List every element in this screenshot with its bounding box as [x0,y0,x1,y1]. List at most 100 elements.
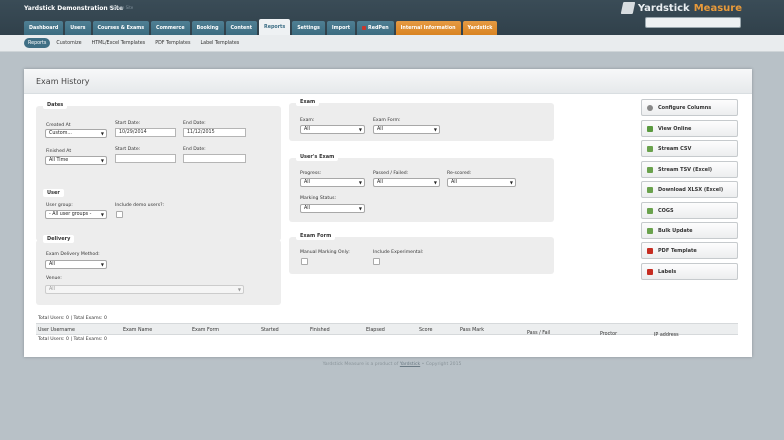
chevron-down-icon: ▼ [509,180,513,185]
delivery-method-label: Exam Delivery Method: [46,252,100,257]
tab-redpen-label: RedPen [368,25,389,31]
end-date-label: End Date: [183,121,206,126]
chevron-down-icon: ▼ [358,206,362,211]
exam-label: Exam: [300,118,315,123]
chevron-down-icon: ▼ [358,180,362,185]
tab-dashboard[interactable]: Dashboard [24,21,64,35]
tab-booking[interactable]: Booking [191,21,224,35]
manual-marking-checkbox[interactable] [301,258,308,265]
end-date-input[interactable]: 11/12/2015 [183,128,246,137]
chevron-down-icon: ▼ [100,158,104,163]
include-experimental-label: Include Experimental: [373,250,424,255]
exam-fieldset: Exam Exam: All ▼ Exam Form: All ▼ [289,98,554,141]
footer-prefix: Yardstick Measure is a product of [322,362,399,367]
download-xlsx-button[interactable]: Download XLSX (Excel) [641,181,738,198]
col-exam-form[interactable]: Exam Form [192,326,219,335]
manual-marking-label: Manual Marking Only: [300,250,350,255]
cogs-icon [647,207,653,214]
subtab-pdf-templates[interactable]: PDF Templates [151,38,194,48]
tsv-icon [647,166,653,173]
marking-status-select[interactable]: All ▼ [300,204,365,213]
venue-select[interactable]: All ▼ [45,285,244,294]
progress-label: Progress: [300,171,322,176]
tab-users[interactable]: Users [65,21,91,35]
passed-failed-label: Passed / Failed: [373,171,409,176]
subtab-customize[interactable]: Customize [52,38,85,48]
include-demo-checkbox[interactable] [116,211,123,218]
subtab-html-excel-templates[interactable]: HTML/Excel Templates [88,38,150,48]
include-demo-label: Include demo users?: [115,203,165,208]
chevron-down-icon: ▼ [237,287,241,292]
col-finished[interactable]: Finished [310,326,330,335]
view-online-button[interactable]: View Online [641,120,738,137]
col-elapsed[interactable]: Elapsed [366,326,385,335]
start-date2-input[interactable] [115,154,176,163]
user-group-select[interactable]: - All user groups - ▼ [45,210,107,219]
change-site-link[interactable]: Change Site [109,5,133,10]
venue-label: Venue: [46,276,62,281]
created-at-label: Created At [46,123,71,128]
results-summary-top: Total Users: 0 | Total Exams: 0 [38,316,107,321]
col-started[interactable]: Started [261,326,279,335]
cogs-button[interactable]: COGS [641,202,738,219]
start-date2-label: Start Date: [115,147,141,152]
tab-reports[interactable]: Reports [259,19,291,35]
created-at-select[interactable]: Custom... ▼ [45,129,107,138]
col-pass-mark[interactable]: Pass Mark [460,326,484,335]
finished-at-select[interactable]: All Time ▼ [45,156,107,165]
chevron-down-icon: ▼ [100,262,104,267]
brand-logo: Yardstick Measure [620,2,742,14]
exam-select[interactable]: All ▼ [300,125,365,134]
report-panel: Exam History Dates Created At Custom... ▼… [24,69,752,357]
yardstick-logo-icon [620,2,636,14]
labels-button[interactable]: Labels [641,263,738,280]
configure-columns-button[interactable]: Configure Columns [641,99,738,116]
view-icon [647,125,653,132]
end-date2-input[interactable] [183,154,246,163]
passed-failed-select[interactable]: All ▼ [373,178,440,187]
chevron-down-icon: ▼ [358,127,362,132]
chevron-down-icon: ▼ [433,127,437,132]
stream-tsv-button[interactable]: Stream TSV (Excel) [641,161,738,178]
marking-status-label: Marking Status: [300,196,337,201]
delivery-method-select[interactable]: All ▼ [45,260,107,269]
tab-content[interactable]: Content [225,21,258,35]
exam-legend: Exam [296,98,320,106]
chevron-down-icon: ▼ [433,180,437,185]
chevron-down-icon: ▼ [100,131,104,136]
delivery-fieldset: Delivery Exam Delivery Method: All ▼ Venu… [36,235,281,305]
col-exam-name[interactable]: Exam Name [123,326,152,335]
brand-name: Yardstick [637,2,690,14]
user-group-label: User group: [46,203,73,208]
col-user-username[interactable]: User Username [38,326,75,335]
subtab-reports[interactable]: Reports [24,38,51,48]
exam-form-select[interactable]: All ▼ [373,125,440,134]
pdf-template-button[interactable]: PDF Template [641,242,738,259]
results-table: Total Users: 0 | Total Exams: 0 User Use… [36,316,738,357]
col-score[interactable]: Score [419,326,432,335]
search-input[interactable] [645,17,741,28]
progress-select[interactable]: All ▼ [300,178,365,187]
tab-settings[interactable]: Settings [292,21,325,35]
tab-import[interactable]: Import [326,21,356,35]
start-date-label: Start Date: [115,121,141,126]
tab-yardstick[interactable]: Yardstick [462,21,498,35]
rescored-select[interactable]: All ▼ [447,178,516,187]
footer-yardstick-link[interactable]: Yardstick [400,362,420,367]
subtab-label-templates[interactable]: Label Templates [196,38,243,48]
bulk-update-button[interactable]: Bulk Update [641,222,738,239]
include-experimental-checkbox[interactable] [373,258,380,265]
tab-commerce[interactable]: Commerce [151,21,190,35]
stream-csv-button[interactable]: Stream CSV [641,140,738,157]
end-date2-label: End Date: [183,147,206,152]
panel-header: Exam History [24,69,752,94]
tab-internal-information[interactable]: Internal Information [395,21,461,35]
user-legend: User [43,189,64,197]
start-date-input[interactable]: 10/29/2014 [115,128,176,137]
results-header-row: User Username Exam Name Exam Form Starte… [36,323,738,338]
labels-icon [647,268,653,275]
users-exam-legend: User's Exam [296,153,339,161]
tab-redpen[interactable]: RedPen [357,21,394,35]
tab-courses-exams[interactable]: Courses & Exams [92,21,150,35]
delivery-legend: Delivery [43,235,75,243]
